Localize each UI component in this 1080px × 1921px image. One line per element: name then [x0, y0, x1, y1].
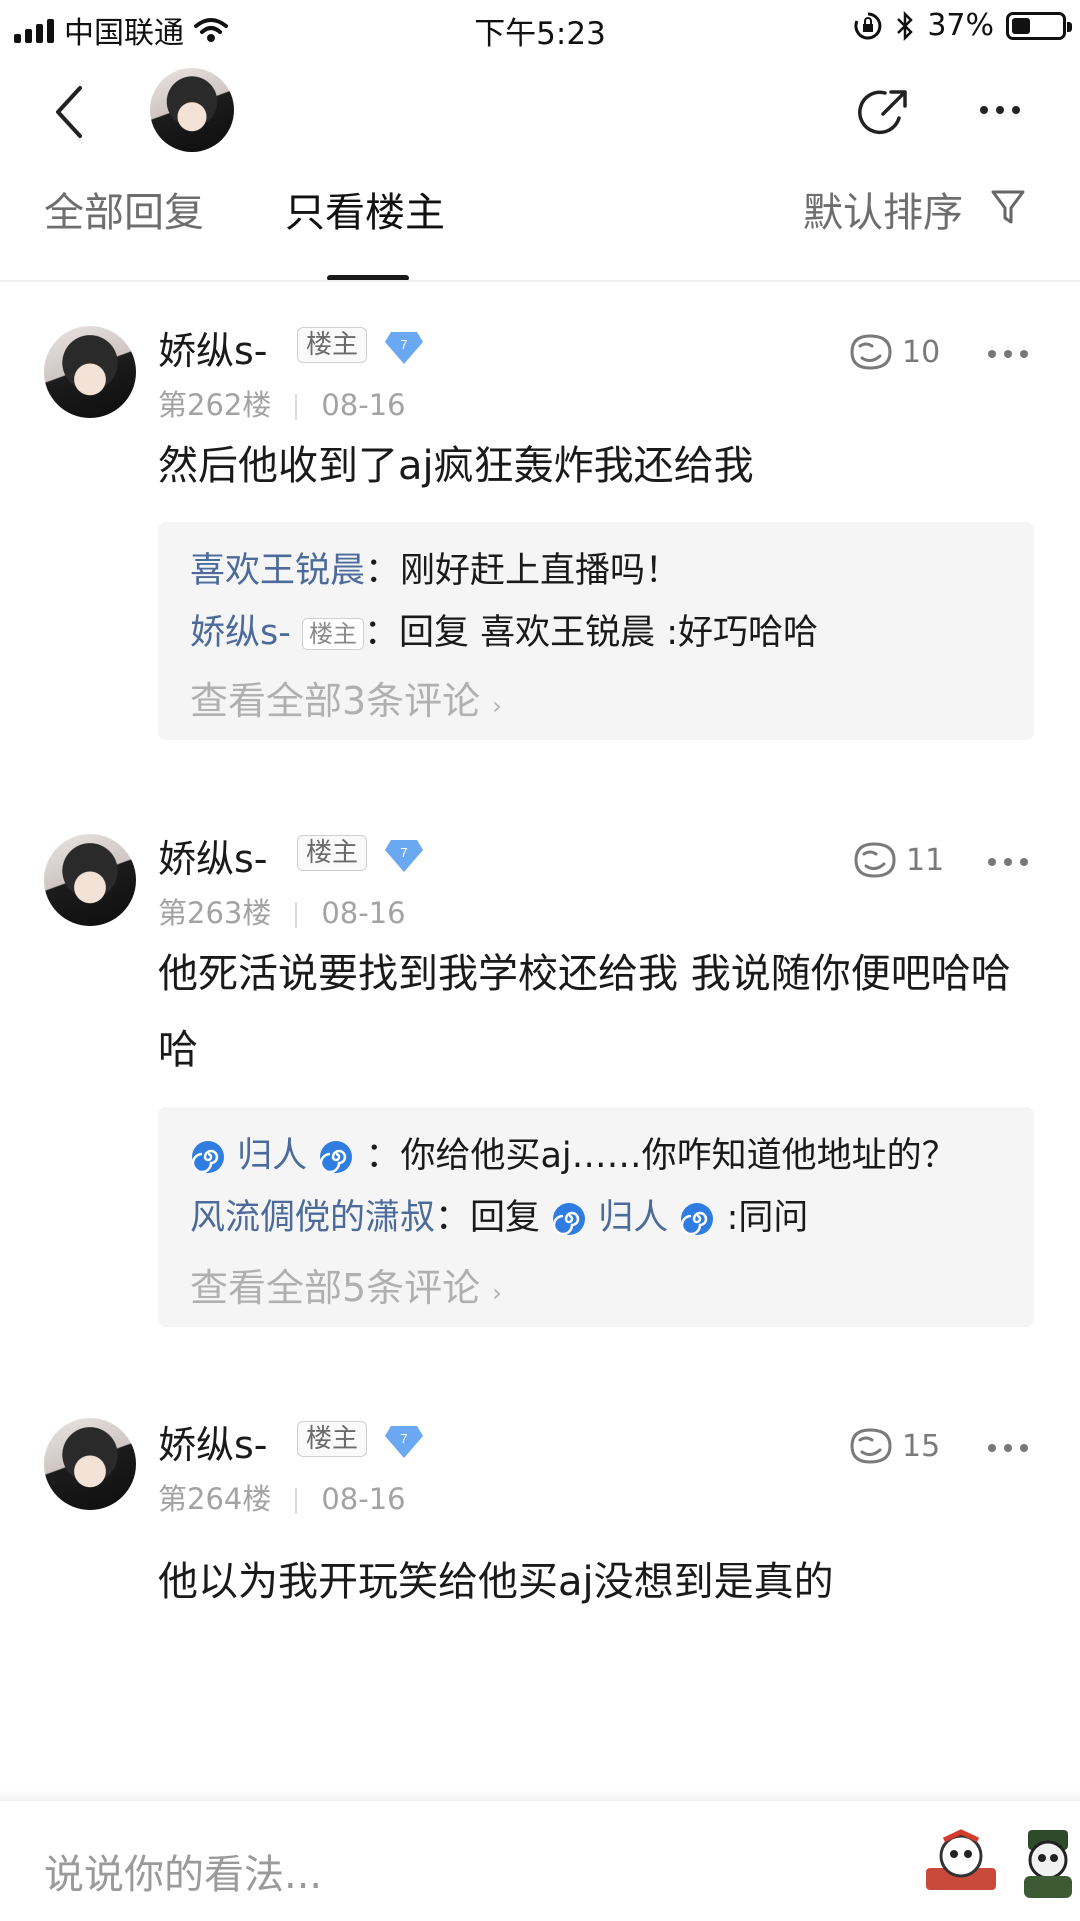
floor-number: 第263楼	[158, 896, 272, 930]
reply-tabs: 全部回复 只看楼主 默认排序	[0, 180, 1080, 280]
reply-line: 娇纵s- 楼主 ：回复 喜欢王锐晨 :好巧哈哈	[190, 604, 818, 655]
reply-user[interactable]: 喜欢王锐晨	[190, 551, 365, 591]
post-more-icon[interactable]	[988, 858, 1028, 866]
swirl-emoji-icon	[320, 1141, 353, 1174]
post-author[interactable]: 娇纵s-	[158, 828, 268, 883]
battery-icon	[1006, 11, 1072, 40]
swirl-emoji-icon	[191, 1141, 224, 1174]
reply-text: ：你给他买aj……你咋知道他地址的？	[365, 1136, 957, 1176]
post-more-icon[interactable]	[988, 350, 1028, 358]
sticker-icon[interactable]	[1018, 1826, 1078, 1900]
like-button[interactable]: 15	[848, 1426, 940, 1466]
level-diamond-icon: 7	[385, 1426, 423, 1458]
op-badge: 楼主	[302, 618, 365, 650]
like-icon	[854, 842, 896, 878]
post-content: 他死活说要找到我学校还给我 我说随你便吧哈哈哈	[158, 951, 1011, 1073]
swirl-emoji-icon	[681, 1203, 714, 1236]
mention-user[interactable]: 归人	[598, 1198, 668, 1238]
post-date: 08-16	[321, 1482, 406, 1516]
view-all-comments[interactable]: 查看全部5条评论 ›	[190, 1257, 502, 1312]
like-count: 15	[902, 1428, 941, 1464]
post-avatar[interactable]	[44, 1418, 136, 1510]
svg-text:7: 7	[400, 1431, 407, 1446]
back-icon[interactable]	[50, 82, 90, 142]
like-button[interactable]: 11	[852, 840, 944, 880]
post-meta: 第263楼 08-16	[158, 890, 406, 932]
filter-icon[interactable]	[990, 188, 1026, 228]
like-icon	[850, 334, 892, 370]
bluetooth-icon	[897, 10, 914, 41]
post-date: 08-16	[321, 388, 406, 422]
like-icon	[850, 1428, 892, 1464]
reply-line: 风流倜傥的潇叔：回复 归人 :同问	[190, 1189, 808, 1240]
svg-text:7: 7	[400, 337, 407, 352]
like-count: 10	[902, 334, 941, 370]
reply-user[interactable]: 归人	[237, 1136, 307, 1176]
post-meta: 第264楼 08-16	[158, 1476, 406, 1518]
tab-all-replies[interactable]: 全部回复	[44, 180, 204, 238]
reply-user[interactable]: 风流倜傥的潇叔	[190, 1198, 435, 1238]
post-avatar[interactable]	[44, 326, 136, 418]
like-count: 11	[906, 842, 945, 878]
header-avatar[interactable]	[150, 68, 234, 152]
post-meta: 第262楼 08-16	[158, 382, 406, 424]
reply-text: ：回复 喜欢王锐晨 :好巧哈哈	[364, 613, 819, 653]
comment-input[interactable]: 说说你的看法...	[44, 1842, 322, 1900]
level-diamond-icon: 7	[385, 332, 423, 364]
reply-text: ：回复	[435, 1198, 552, 1238]
level-diamond-icon: 7	[385, 840, 423, 872]
orientation-lock-icon	[854, 12, 882, 39]
reply-text-2: :同问	[726, 1198, 809, 1238]
floor-number: 第264楼	[158, 1482, 272, 1516]
reply-line: 归人 ：你给他买aj……你咋知道他地址的？	[190, 1127, 957, 1178]
more-icon[interactable]	[980, 106, 1020, 114]
floor-number: 第262楼	[158, 388, 272, 422]
tab-author-only[interactable]: 只看楼主	[285, 180, 445, 238]
divider	[0, 280, 1080, 282]
view-all-comments[interactable]: 查看全部3条评论 ›	[190, 670, 502, 725]
swirl-emoji-icon	[552, 1203, 586, 1236]
battery-percent: 37%	[927, 8, 994, 43]
post-more-icon[interactable]	[988, 1444, 1028, 1452]
svg-text:7: 7	[400, 845, 407, 860]
like-button[interactable]: 10	[848, 332, 940, 372]
post-avatar[interactable]	[44, 834, 136, 926]
post-author[interactable]: 娇纵s-	[158, 1414, 268, 1469]
reply-line: 喜欢王锐晨：刚好赶上直播吗！	[190, 542, 680, 593]
post-date: 08-16	[321, 896, 406, 930]
sort-button[interactable]: 默认排序	[803, 180, 963, 238]
post-author[interactable]: 娇纵s-	[158, 320, 268, 375]
post-content: 然后他收到了aj疯狂轰炸我还给我	[158, 443, 754, 489]
reply-box[interactable]: 归人 ：你给他买aj……你咋知道他地址的？ 风流倜傥的潇叔：回复 归人 :同问 …	[158, 1107, 1034, 1327]
op-badge: 楼主	[297, 835, 368, 871]
op-badge: 楼主	[297, 327, 368, 363]
reply-user[interactable]: 娇纵s-	[190, 613, 291, 653]
post-content: 他以为我开玩笑给他买aj没想到是真的	[158, 1559, 834, 1605]
op-badge: 楼主	[297, 1421, 368, 1457]
status-bar: 中国联通 下午5:23 37%	[0, 0, 1080, 56]
sticker-icon[interactable]	[920, 1828, 1002, 1898]
reply-text: ：刚好赶上直播吗！	[365, 551, 681, 591]
reply-box[interactable]: 喜欢王锐晨：刚好赶上直播吗！ 娇纵s- 楼主 ：回复 喜欢王锐晨 :好巧哈哈 查看…	[158, 522, 1034, 740]
share-icon[interactable]	[855, 84, 913, 142]
